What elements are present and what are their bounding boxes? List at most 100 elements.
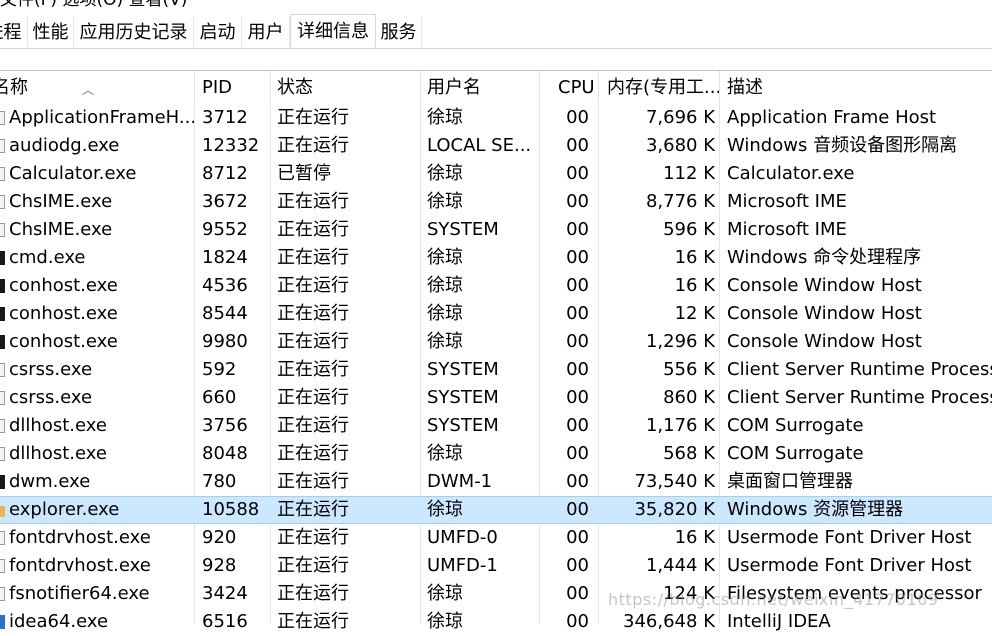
tab-startup[interactable]: 启动 <box>194 16 242 47</box>
process-description: Application Frame Host <box>727 107 937 128</box>
process-cpu: 00 <box>566 107 589 128</box>
column-header-status[interactable]: 状态 <box>277 71 313 104</box>
table-row[interactable]: explorer.exe 10588 正在运行 徐琼 00 35,820 K Windows… <box>0 496 992 524</box>
process-cpu: 00 <box>566 555 589 576</box>
column-divider[interactable] <box>420 71 421 104</box>
column-divider[interactable] <box>194 71 195 104</box>
app-icon <box>0 363 5 377</box>
process-memory: 596 K <box>663 219 715 240</box>
process-name: ApplicationFrameH... <box>9 107 194 128</box>
table-row[interactable]: audiodg.exe 12332 正在运行 LOCAL SE... 00 3,680 K… <box>0 132 992 160</box>
table-row[interactable]: dwm.exe 780 正在运行 DWM-1 00 73,540 K 桌面窗口管理器 <box>0 468 992 496</box>
process-description: 桌面窗口管理器 <box>727 471 853 492</box>
column-header-memory[interactable]: 内存(专用工... <box>607 71 721 104</box>
process-memory: 7,696 K <box>645 107 715 128</box>
column-header-cpu[interactable]: CPU <box>558 71 595 104</box>
process-status: 正在运行 <box>277 331 349 352</box>
process-cpu: 00 <box>566 471 589 492</box>
process-memory: 16 K <box>674 527 715 548</box>
process-cpu: 00 <box>566 163 589 184</box>
tab-details[interactable]: 详细信息 <box>290 14 376 48</box>
process-status: 正在运行 <box>277 191 349 212</box>
process-username: LOCAL SE... <box>427 135 532 156</box>
idea-icon <box>0 615 5 629</box>
table-row[interactable]: Calculator.exe 8712 已暂停 徐琼 00 112 K Calculator… <box>0 160 992 188</box>
table-row[interactable]: dllhost.exe 8048 正在运行 徐琼 00 568 K COM Surrogat… <box>0 440 992 468</box>
process-pid: 920 <box>202 527 237 548</box>
column-divider[interactable] <box>270 71 271 104</box>
process-status: 正在运行 <box>277 443 349 464</box>
table-row[interactable]: idea64.exe 6516 正在运行 徐琼 00 346,648 K IntelliJ … <box>0 608 992 636</box>
process-memory: 1,296 K <box>645 331 715 352</box>
process-pid: 8048 <box>202 443 248 464</box>
table-row[interactable]: ChsIME.exe 9552 正在运行 SYSTEM 00 596 K Microsoft… <box>0 216 992 244</box>
tab-users[interactable]: 用户 <box>242 16 290 47</box>
tab-processes[interactable]: 进程 <box>0 16 28 47</box>
process-description: Calculator.exe <box>727 163 855 184</box>
table-row[interactable]: dllhost.exe 3756 正在运行 SYSTEM 00 1,176 K COM Su… <box>0 412 992 440</box>
process-name: fontdrvhost.exe <box>9 527 151 548</box>
column-divider[interactable] <box>598 71 599 104</box>
process-username: 徐琼 <box>427 443 463 464</box>
process-description: Console Window Host <box>727 275 922 296</box>
menu-file[interactable]: 文件(F) <box>0 0 57 10</box>
process-status: 正在运行 <box>277 135 349 156</box>
console-icon <box>0 335 5 349</box>
tab-services[interactable]: 服务 <box>376 16 422 47</box>
process-description: COM Surrogate <box>727 415 864 436</box>
table-row[interactable]: conhost.exe 9980 正在运行 徐琼 00 1,296 K Console Wi… <box>0 328 992 356</box>
process-cpu: 00 <box>566 415 589 436</box>
process-status: 正在运行 <box>277 611 349 632</box>
process-memory: 12 K <box>674 303 715 324</box>
process-description: IntelliJ IDEA <box>727 611 831 632</box>
process-name: explorer.exe <box>9 499 120 520</box>
process-cpu: 00 <box>566 499 589 520</box>
process-description: Windows 资源管理器 <box>727 499 904 520</box>
process-memory: 73,540 K <box>634 471 715 492</box>
table-row[interactable]: conhost.exe 4536 正在运行 徐琼 00 16 K Console Windo… <box>0 272 992 300</box>
process-name: dllhost.exe <box>9 443 107 464</box>
table-row[interactable]: fontdrvhost.exe 920 正在运行 UMFD-0 00 16 K Usermo… <box>0 524 992 552</box>
table-row[interactable]: cmd.exe 1824 正在运行 徐琼 00 16 K Windows 命令处理程序 <box>0 244 992 272</box>
column-divider[interactable] <box>539 71 540 104</box>
sort-ascending-icon: ︿ <box>82 83 95 97</box>
menu-options[interactable]: 选项(O) <box>62 0 123 10</box>
app-icon <box>0 223 5 237</box>
process-description: Windows 命令处理程序 <box>727 247 922 268</box>
column-divider[interactable] <box>719 71 720 104</box>
process-description: Usermode Font Driver Host <box>727 555 972 576</box>
process-description: Console Window Host <box>727 331 922 352</box>
process-memory: 860 K <box>663 387 715 408</box>
process-memory: 556 K <box>663 359 715 380</box>
process-description: COM Surrogate <box>727 443 864 464</box>
process-details-table: ︿ 名称 PID 状态 用户名 CPU 内存(专用工... 描述 Applica… <box>0 70 992 632</box>
process-pid: 3756 <box>202 415 248 436</box>
table-row[interactable]: conhost.exe 8544 正在运行 徐琼 00 12 K Console Windo… <box>0 300 992 328</box>
process-cpu: 00 <box>566 275 589 296</box>
process-cpu: 00 <box>566 611 589 632</box>
process-cpu: 00 <box>566 247 589 268</box>
toolbar-spacer <box>0 49 992 71</box>
column-header-description[interactable]: 描述 <box>727 71 763 104</box>
menu-view[interactable]: 查看(V) <box>129 0 188 10</box>
console-icon <box>0 307 5 321</box>
process-pid: 10588 <box>202 499 260 520</box>
table-row[interactable]: csrss.exe 660 正在运行 SYSTEM 00 860 K Client Serv… <box>0 384 992 412</box>
app-icon <box>0 419 5 433</box>
tab-performance[interactable]: 性能 <box>28 16 74 47</box>
column-header-pid[interactable]: PID <box>202 71 232 104</box>
process-status: 正在运行 <box>277 555 349 576</box>
table-row[interactable]: ApplicationFrameH... 3712 正在运行 徐琼 00 7,696 K A… <box>0 104 992 132</box>
process-description: Usermode Font Driver Host <box>727 527 972 548</box>
table-row[interactable]: ChsIME.exe 3672 正在运行 徐琼 00 8,776 K Microsoft I… <box>0 188 992 216</box>
process-username: 徐琼 <box>427 611 463 632</box>
column-header-name[interactable]: 名称 <box>0 71 28 104</box>
app-icon <box>0 391 5 405</box>
table-row[interactable]: fontdrvhost.exe 928 正在运行 UMFD-1 00 1,444 K Use… <box>0 552 992 580</box>
process-memory: 16 K <box>674 247 715 268</box>
process-status: 正在运行 <box>277 415 349 436</box>
tab-app-history[interactable]: 应用历史记录 <box>74 16 194 47</box>
column-header-username[interactable]: 用户名 <box>427 71 481 104</box>
process-name: conhost.exe <box>9 303 118 324</box>
table-row[interactable]: csrss.exe 592 正在运行 SYSTEM 00 556 K Client Serv… <box>0 356 992 384</box>
